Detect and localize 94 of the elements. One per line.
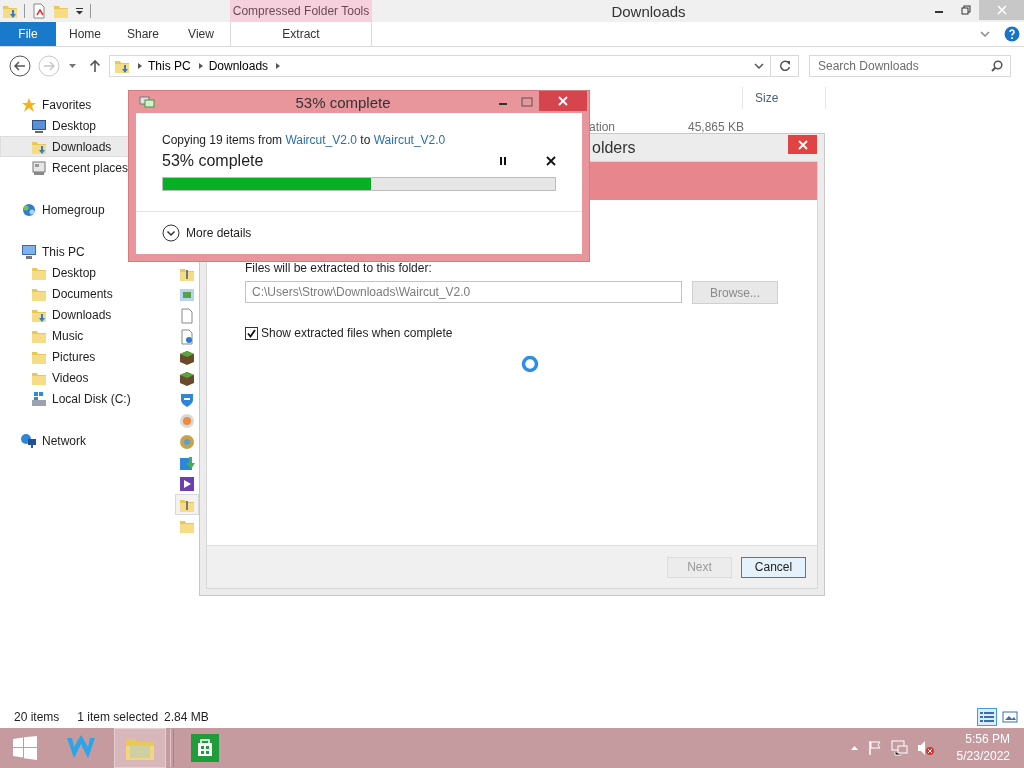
shopping-bag-icon — [190, 733, 220, 763]
table-cell-text: ation — [589, 119, 617, 134]
dialog-title: olders — [592, 138, 636, 157]
hard-drive-icon — [31, 390, 47, 407]
pause-icon — [498, 156, 508, 166]
close-icon — [558, 96, 568, 106]
breadcrumb-link[interactable]: This PC — [144, 59, 197, 73]
breadcrumb-arrow-icon[interactable] — [196, 62, 205, 70]
close-icon — [797, 139, 808, 150]
up-arrow-icon — [89, 59, 101, 73]
refresh-icon — [778, 60, 791, 72]
close-button[interactable] — [539, 91, 587, 111]
nav-item[interactable]: This PC — [0, 241, 175, 262]
dialog-button[interactable]: Cancel — [741, 556, 806, 578]
tool-group-label: Compressed Folder Tools — [230, 0, 372, 22]
nav-item[interactable]: Videos — [0, 367, 175, 388]
nav-item[interactable]: Network — [0, 430, 175, 451]
checkmark-icon — [247, 328, 256, 338]
monitor-icon — [31, 117, 47, 134]
recent-places-icon — [31, 159, 47, 176]
nav-item[interactable]: Favorites — [0, 94, 175, 115]
expand-icon — [162, 224, 180, 242]
details-view-button[interactable] — [977, 707, 997, 726]
computer-icon — [21, 243, 37, 260]
restore-icon — [960, 5, 971, 15]
file-row[interactable]: ation 45,865 KB — [588, 116, 745, 137]
network-icon — [21, 432, 37, 449]
expand-ribbon-icon[interactable] — [980, 30, 990, 38]
play-icon — [179, 475, 195, 492]
window-title: Downloads — [610, 1, 687, 22]
column-header[interactable]: Size — [742, 87, 826, 109]
cube-icon — [179, 370, 195, 387]
dialog-title: 53% complete — [294, 93, 392, 111]
details-view-icon — [979, 709, 995, 724]
nav-item[interactable]: Music — [0, 325, 175, 346]
breadcrumb-link[interactable]: Downloads — [204, 59, 275, 73]
ribbon-tab[interactable]: Share — [114, 22, 172, 46]
large-icons-view-icon — [1002, 709, 1018, 724]
back-button[interactable] — [9, 55, 31, 77]
nav-item[interactable]: Documents — [0, 283, 175, 304]
nav-item[interactable]: Pictures — [0, 346, 175, 367]
pause-button[interactable] — [498, 156, 508, 166]
cancel-button[interactable] — [546, 156, 556, 166]
download-folder-icon — [114, 58, 130, 74]
breadcrumb-arrow-icon[interactable] — [136, 62, 144, 70]
folder-link[interactable]: Waircut_V2.0 — [285, 133, 357, 147]
document-icon — [179, 307, 195, 324]
windows-logo-icon — [12, 735, 38, 761]
close-icon — [546, 156, 556, 166]
show-hidden-icons-icon[interactable] — [849, 745, 859, 751]
ribbon-tab[interactable]: Home — [56, 22, 114, 46]
flag-icon[interactable] — [866, 740, 883, 756]
cube-icon — [179, 349, 195, 366]
table-cell-text: 45,865 KB — [686, 119, 744, 134]
item-count: 20 items — [14, 709, 60, 724]
address-bar[interactable]: This PC Downloads — [109, 55, 771, 77]
search-field[interactable]: Search Downloads — [809, 55, 1011, 77]
selection-size: 2.84 MB — [164, 709, 209, 724]
close-button[interactable] — [788, 135, 817, 154]
selected-row[interactable] — [175, 494, 199, 515]
checkbox[interactable] — [245, 326, 258, 340]
homegroup-icon — [21, 201, 37, 218]
up-button[interactable] — [89, 59, 101, 73]
help-icon[interactable] — [1004, 26, 1020, 42]
maximize-icon — [521, 97, 533, 107]
ribbon-tab[interactable]: View — [172, 22, 230, 46]
network-icon[interactable] — [890, 740, 909, 756]
nav-item[interactable]: Desktop — [0, 115, 175, 136]
media-file-icon — [179, 328, 195, 345]
caret-icon — [68, 63, 77, 69]
search-icon[interactable] — [991, 60, 1003, 72]
nav-item[interactable]: Downloads — [0, 304, 175, 325]
ribbon-tab[interactable]: Extract — [230, 22, 372, 46]
volume-muted-icon[interactable] — [916, 740, 935, 756]
nav-item[interactable]: Local Disk (C:) — [0, 388, 175, 409]
loading-spinner-icon — [521, 355, 539, 373]
folder-link[interactable]: Waircut_V2.0 — [373, 133, 446, 147]
destination-label: Files will be extracted to this folder: — [245, 261, 433, 275]
shield-icon — [179, 391, 195, 408]
recent-locations-button[interactable] — [68, 63, 77, 69]
star-icon — [21, 96, 37, 113]
refresh-button[interactable] — [771, 55, 799, 77]
disc-icon — [179, 412, 195, 429]
download-folder-icon[interactable] — [2, 3, 18, 19]
file-menu-tab[interactable]: File — [0, 22, 56, 46]
close-icon — [996, 5, 1007, 15]
application-icon — [179, 286, 195, 303]
dropdown-icon[interactable] — [754, 62, 764, 70]
checkbox-label: Show extracted files when complete — [261, 326, 453, 340]
dropdown-icon[interactable] — [75, 7, 84, 15]
download-icon — [179, 454, 195, 471]
nav-item[interactable]: Desktop — [0, 262, 175, 283]
selection-info: 1 item selected — [77, 709, 159, 724]
copy-icon — [139, 95, 155, 109]
